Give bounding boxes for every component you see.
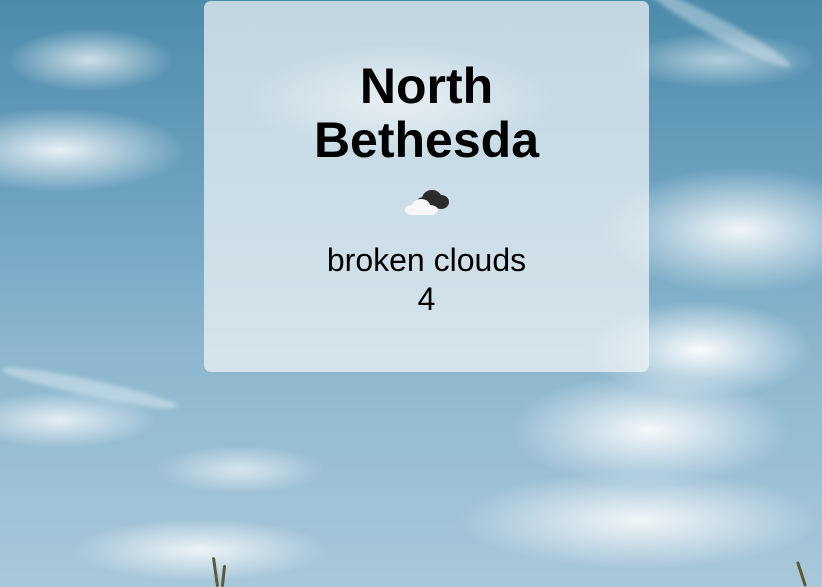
grass-blade [211,556,220,587]
weather-description: broken clouds [326,242,527,278]
cloud-icon [405,190,449,215]
background-cloud [0,361,180,415]
city-name: North Bethesda [313,58,540,168]
grass-blade [220,564,227,587]
temperature-value: 4 [417,281,436,317]
background-cloud [645,0,795,75]
weather-card: North Bethesda broken clouds 4 [204,1,649,372]
grass-blade [796,561,807,587]
